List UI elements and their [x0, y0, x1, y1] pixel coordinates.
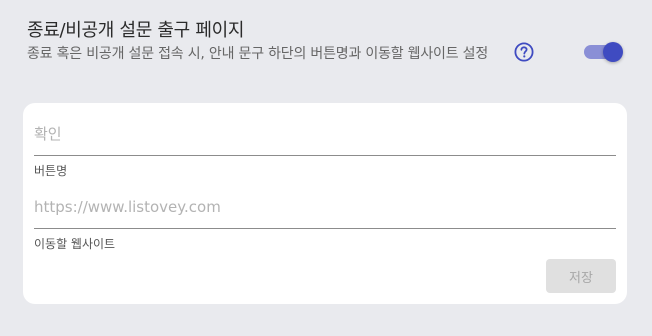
button-name-label: 버튼명: [34, 164, 68, 178]
exit-page-settings: 종료/비공개 설문 출구 페이지 종료 혹은 비공개 설문 접속 시, 안내 문…: [0, 0, 652, 336]
website-input[interactable]: [34, 185, 616, 229]
section-title: 종료/비공개 설문 출구 페이지: [27, 20, 245, 41]
save-button[interactable]: 저장: [546, 259, 616, 293]
section-description: 종료 혹은 비공개 설문 접속 시, 안내 문구 하단의 버튼명과 이동할 웹사…: [27, 46, 489, 62]
website-field: 이동할 웹사이트: [34, 185, 616, 252]
question-circle-icon[interactable]: [514, 42, 534, 62]
exit-page-toggle[interactable]: [582, 42, 624, 62]
settings-card: 버튼명 이동할 웹사이트 저장: [23, 103, 627, 304]
button-name-input[interactable]: [34, 112, 616, 156]
toggle-thumb: [603, 42, 623, 62]
website-label: 이동할 웹사이트: [34, 237, 116, 251]
button-name-field: 버튼명: [34, 112, 616, 179]
